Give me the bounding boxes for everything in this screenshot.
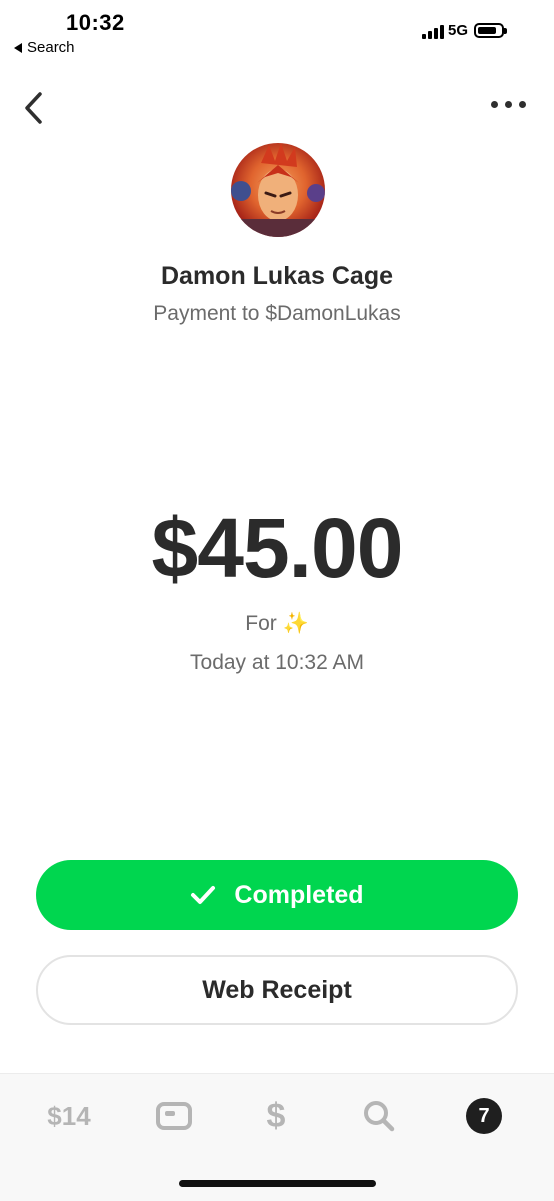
tab-pay[interactable]: $ <box>252 1094 300 1138</box>
payment-note: For ✨ <box>245 612 309 635</box>
payment-date: Today at 10:32 AM <box>190 651 364 674</box>
tab-search[interactable] <box>356 1094 402 1138</box>
back-to-search-label: Search <box>27 39 75 56</box>
more-dots-icon <box>491 101 498 108</box>
tab-activity[interactable]: 7 <box>462 1094 506 1138</box>
tab-balance-label: $14 <box>47 1100 91 1131</box>
home-indicator[interactable] <box>179 1180 376 1187</box>
signal-icon <box>421 23 444 39</box>
avatar-portrait-icon <box>231 143 325 237</box>
web-receipt-button[interactable]: Web Receipt <box>36 955 518 1025</box>
recipient-name: Damon Lukas Cage <box>160 262 393 290</box>
back-button[interactable] <box>20 90 50 126</box>
status-time: 10:32 <box>66 10 125 35</box>
completed-button[interactable]: Completed <box>36 860 518 930</box>
status-indicators: 5G <box>421 22 507 39</box>
search-icon <box>364 1101 395 1132</box>
tab-balance[interactable]: $14 <box>38 1094 100 1138</box>
payment-amount: $45.00 <box>151 501 404 595</box>
payment-subtitle: Payment to $DamonLukas <box>153 302 401 325</box>
card-icon <box>156 1102 192 1130</box>
dollar-icon: $ <box>266 1096 286 1135</box>
activity-badge: 7 <box>466 1098 502 1134</box>
back-to-search-link[interactable]: Search <box>14 39 75 56</box>
checkmark-icon <box>191 886 216 904</box>
more-options-button[interactable] <box>491 101 526 108</box>
web-receipt-label: Web Receipt <box>202 975 352 1004</box>
tab-card[interactable] <box>152 1094 196 1138</box>
recipient-avatar[interactable] <box>231 143 325 237</box>
network-type: 5G <box>447 22 468 39</box>
completed-label: Completed <box>234 880 364 909</box>
chevron-left-icon <box>25 92 42 124</box>
battery-icon <box>474 23 507 38</box>
back-triangle-icon <box>14 42 22 53</box>
